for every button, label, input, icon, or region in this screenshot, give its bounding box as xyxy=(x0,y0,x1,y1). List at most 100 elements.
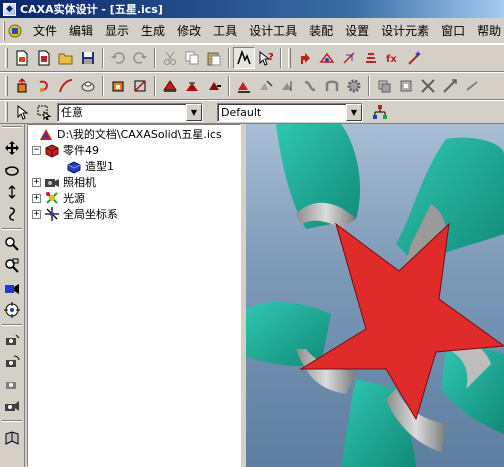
coordinate-system-icon xyxy=(44,206,60,222)
mirror-icon[interactable] xyxy=(255,75,277,97)
paste-icon[interactable] xyxy=(203,47,225,69)
selection-filter-select[interactable]: 任意 ▼ xyxy=(57,102,203,122)
tree-item-part-label: 零件49 xyxy=(63,144,99,157)
fx-icon[interactable]: fx xyxy=(382,47,404,69)
camera-icon xyxy=(44,174,60,190)
tree-item-shape[interactable]: 造型1 xyxy=(66,158,114,174)
fillet-icon[interactable] xyxy=(159,75,181,97)
new-part-icon[interactable] xyxy=(33,47,55,69)
redo-icon[interactable] xyxy=(129,47,151,69)
3d-viewport[interactable] xyxy=(246,124,504,467)
menu-settings[interactable]: 设置 xyxy=(339,21,375,41)
toolbar-grip[interactable] xyxy=(5,76,8,96)
stack-icon[interactable] xyxy=(360,47,382,69)
design-doc-icon xyxy=(38,126,54,142)
view-toolbar xyxy=(0,124,25,467)
target-icon[interactable] xyxy=(2,300,22,320)
twist-icon[interactable] xyxy=(299,75,321,97)
revolve-icon[interactable] xyxy=(33,75,55,97)
tree-item-coords[interactable]: + 全局坐标系 xyxy=(32,206,118,222)
select-box-icon[interactable] xyxy=(33,101,55,123)
camera-zoom-icon[interactable] xyxy=(2,396,22,416)
open-folder-icon[interactable] xyxy=(55,47,77,69)
split-icon[interactable] xyxy=(277,75,299,97)
cut-icon[interactable] xyxy=(159,47,181,69)
menu-tools[interactable]: 工具 xyxy=(207,21,243,41)
pattern-icon[interactable] xyxy=(233,75,255,97)
menu-edit[interactable]: 编辑 xyxy=(63,21,99,41)
tree-item-part[interactable]: − 零件49 xyxy=(32,142,99,158)
toolbar-grip[interactable] xyxy=(288,48,291,68)
style-select[interactable]: Default ▼ xyxy=(217,102,363,122)
loft-icon[interactable] xyxy=(77,75,99,97)
perspective-icon[interactable] xyxy=(2,428,22,448)
pan-icon[interactable] xyxy=(2,138,22,158)
copy-shape-icon[interactable] xyxy=(373,75,395,97)
arrow-up-icon[interactable] xyxy=(294,47,316,69)
gear-icon[interactable] xyxy=(343,75,365,97)
copy-icon[interactable] xyxy=(181,47,203,69)
tree-item-camera[interactable]: + 照相机 xyxy=(32,174,96,190)
select-arrow-icon[interactable] xyxy=(11,101,33,123)
dropdown-arrow-icon[interactable]: ▼ xyxy=(186,103,202,121)
menu-help[interactable]: 帮助 xyxy=(471,21,504,41)
extrude-icon[interactable] xyxy=(11,75,33,97)
toolbar-separator xyxy=(228,76,230,96)
walk-icon[interactable] xyxy=(2,182,22,202)
menu-grip[interactable] xyxy=(3,20,5,41)
toolbar-separator xyxy=(368,76,370,96)
tree-root[interactable]: D:\我的文档\CAXASolid\五星.ics xyxy=(38,126,222,142)
design-environment-icon[interactable] xyxy=(233,47,255,69)
undo-icon[interactable] xyxy=(107,47,129,69)
expand-icon[interactable]: + xyxy=(32,209,41,219)
paste-shape-icon[interactable] xyxy=(395,75,417,97)
menu-modify[interactable]: 修改 xyxy=(171,21,207,41)
shell-icon[interactable] xyxy=(107,75,129,97)
scale-icon[interactable] xyxy=(417,75,439,97)
section-icon[interactable] xyxy=(129,75,151,97)
tree-item-light[interactable]: + 光源 xyxy=(32,190,85,206)
chamfer-icon[interactable] xyxy=(181,75,203,97)
drag-icon[interactable] xyxy=(316,47,338,69)
camera-orbit-icon[interactable] xyxy=(2,374,22,394)
menu-view[interactable]: 显示 xyxy=(99,21,135,41)
menu-window[interactable]: 窗口 xyxy=(435,21,471,41)
app-icon: ◆ xyxy=(3,2,16,16)
menu-file[interactable]: 文件 xyxy=(27,21,63,41)
sweep-icon[interactable] xyxy=(55,75,77,97)
menu-design-elements[interactable]: 设计元素 xyxy=(375,21,435,41)
rotate-axis-icon[interactable] xyxy=(338,47,360,69)
dropdown-arrow-icon[interactable]: ▼ xyxy=(346,103,362,121)
menu-design-tools[interactable]: 设计工具 xyxy=(243,21,303,41)
dynamic-rotate-icon[interactable] xyxy=(2,204,22,224)
measure-icon[interactable] xyxy=(439,75,461,97)
part-icon xyxy=(44,142,60,158)
title-bar: ◆ CAXA实体设计 - [五星.ics] xyxy=(0,0,504,18)
toolbar-separator xyxy=(2,420,22,422)
collapse-icon[interactable]: − xyxy=(32,145,41,155)
look-at-icon[interactable] xyxy=(2,278,22,298)
help-pointer-icon[interactable]: ? xyxy=(255,47,277,69)
zoom-window-icon[interactable] xyxy=(2,256,22,276)
bend-icon[interactable] xyxy=(321,75,343,97)
document-icon[interactable] xyxy=(7,23,23,39)
zoom-icon[interactable] xyxy=(2,234,22,254)
toolbar-grip[interactable] xyxy=(5,48,8,68)
svg-text:fx: fx xyxy=(386,54,397,65)
save-icon[interactable] xyxy=(77,47,99,69)
orbit-icon[interactable] xyxy=(2,160,22,180)
hierarchy-icon[interactable] xyxy=(369,101,391,123)
menu-generate[interactable]: 生成 xyxy=(135,21,171,41)
selection-filter-value: 任意 xyxy=(61,106,83,119)
more-tools-icon[interactable] xyxy=(461,75,483,97)
expand-icon[interactable]: + xyxy=(32,193,41,203)
camera-rotate-icon[interactable] xyxy=(2,352,22,372)
face-move-icon[interactable] xyxy=(203,75,225,97)
new-icon[interactable] xyxy=(11,47,33,69)
expand-icon[interactable]: + xyxy=(32,177,41,187)
wand-icon[interactable] xyxy=(404,47,426,69)
design-tree: D:\我的文档\CAXASolid\五星.ics − 零件49 造型1 + 照相… xyxy=(27,124,241,467)
menu-assembly[interactable]: 装配 xyxy=(303,21,339,41)
camera-move-icon[interactable] xyxy=(2,330,22,350)
toolbar-grip[interactable] xyxy=(5,102,8,122)
